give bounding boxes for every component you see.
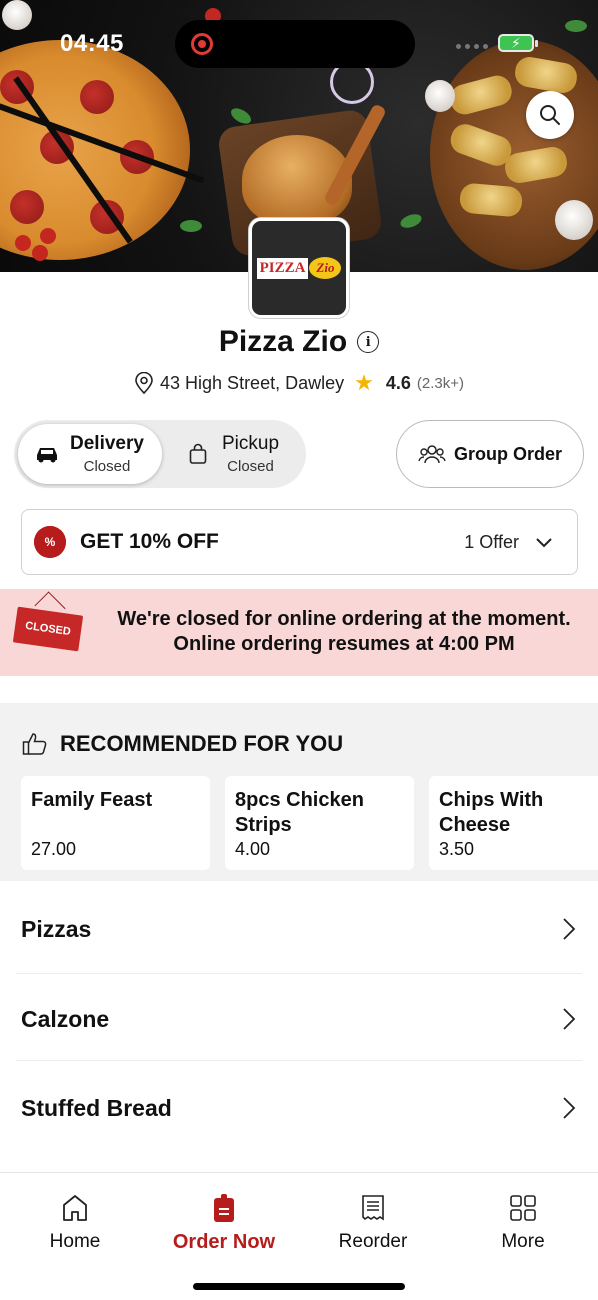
recommended-item-name: Family Feast [31,789,153,811]
info-icon[interactable]: i [357,331,380,353]
status-time: 04:45 [60,30,124,57]
nav-home-label: Home [49,1231,101,1252]
recording-icon [191,33,213,55]
recommended-card[interactable]: Chips With Cheese 3.50 [429,776,598,870]
search-icon [540,105,560,125]
nav-home[interactable]: Home [0,1193,150,1253]
location-pin-icon [135,372,153,394]
pickup-label: Pickup [222,433,280,454]
group-order-label: Group Order [453,443,562,464]
discount-badge-icon: % [34,526,66,558]
logo-script: Zio [309,257,342,279]
category-label: Stuffed Bread [21,1094,172,1121]
closed-banner: CLOSED We're closed for online ordering … [0,589,598,676]
nav-more[interactable]: More [448,1193,598,1253]
category-row-pizzas[interactable]: Pizzas [16,885,582,973]
closed-line-1: We're closed for online ordering at the … [117,608,571,630]
recommended-item-name: 8pcs Chicken Strips [235,789,364,836]
order-mode-toggle: Delivery Closed Pickup Closed [14,420,306,488]
closed-sign-icon: CLOSED [12,606,84,652]
group-people-icon [418,445,446,464]
delivery-option[interactable]: Delivery Closed [18,424,162,484]
home-icon [63,1195,87,1221]
home-indicator [193,1283,405,1290]
pizza-photo [0,40,190,260]
recommended-item-name: Chips With Cheese [439,789,544,836]
recommended-card[interactable]: 8pcs Chicken Strips 4.00 [225,776,414,870]
search-button[interactable] [526,91,574,139]
nav-reorder-label: Reorder [338,1231,408,1252]
chevron-right-icon [563,1097,576,1119]
thumbs-up-icon [22,733,47,755]
restaurant-name: Pizza Zio [218,325,348,358]
recommended-item-price: 27.00 [31,839,77,859]
category-row-stuffed-bread[interactable]: Stuffed Bread [16,1064,582,1152]
battery-icon: ⚡ [498,34,538,52]
nav-more-label: More [501,1231,545,1252]
restaurant-address: 43 High Street, Dawley [160,372,345,393]
closed-message: We're closed for online ordering at the … [100,607,588,657]
address-rating-row: 43 High Street, Dawley ★ 4.6 (2.3k+) [0,370,598,396]
recommended-section: RECOMMENDED FOR YOU Family Feast 27.00 8… [0,703,598,881]
nav-reorder[interactable]: Reorder [298,1193,448,1253]
chevron-right-icon [563,918,576,940]
pickup-option[interactable]: Pickup Closed [184,424,302,484]
dynamic-island [175,20,415,68]
delivery-status: Closed [83,458,131,475]
divider [16,973,582,974]
recommended-header: RECOMMENDED FOR YOU [22,731,343,757]
category-label: Calzone [21,1005,110,1032]
shopping-bag-icon [189,443,207,464]
car-icon [37,448,57,463]
category-label: Pizzas [21,915,92,942]
recommended-title: RECOMMENDED FOR YOU [60,731,344,756]
signal-icon [456,44,488,49]
restaurant-logo: PIZZA Zio [249,218,349,318]
bottom-nav: Home Order Now Reorder More [0,1172,598,1300]
grid-icon [510,1195,536,1221]
recommended-item-price: 4.00 [235,839,271,859]
category-row-calzone[interactable]: Calzone [16,975,582,1063]
order-icon [214,1194,234,1222]
divider [16,1060,582,1061]
delivery-label: Delivery [70,433,144,454]
recommended-item-price: 3.50 [439,839,475,859]
rating-count: (2.3k+) [416,374,464,392]
recommended-card[interactable]: Family Feast 27.00 [21,776,210,870]
pickup-status: Closed [227,458,274,475]
offer-title: GET 10% OFF [80,530,219,553]
logo-text: PIZZA [256,257,309,279]
chevron-down-icon [536,538,552,548]
offer-count: 1 Offer [464,531,519,552]
receipt-icon [362,1195,384,1221]
nav-order-now[interactable]: Order Now [149,1193,299,1254]
closed-line-2: Online ordering resumes at 4:00 PM [173,633,515,655]
offer-dropdown[interactable]: % GET 10% OFF 1 Offer [21,509,578,575]
star-icon: ★ [354,370,374,395]
group-order-button[interactable]: Group Order [396,420,584,488]
restaurant-title-row: Pizza Zio i [0,325,598,359]
rating-value: 4.6 [385,372,411,393]
nav-order-now-label: Order Now [172,1231,276,1253]
chevron-right-icon [563,1008,576,1030]
